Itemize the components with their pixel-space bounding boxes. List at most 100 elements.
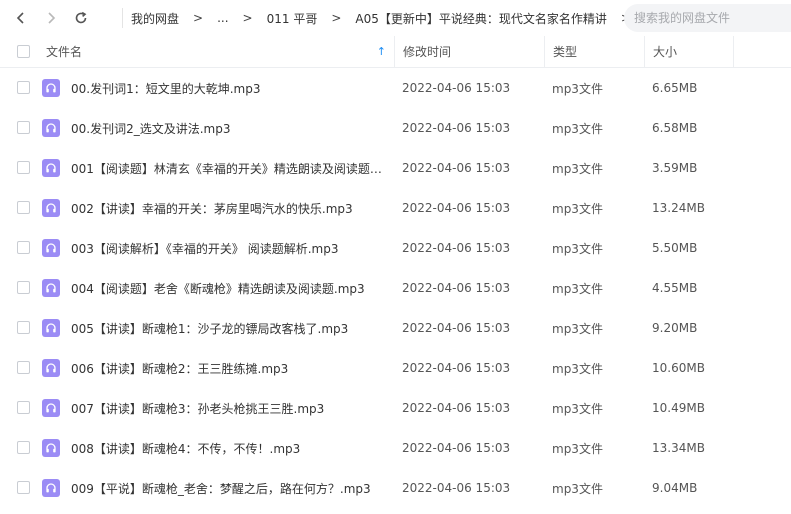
file-name[interactable]: 007【讲读】断魂枪3：孙老头枪挑王三胜.mp3 xyxy=(71,400,384,417)
file-type: mp3文件 xyxy=(552,201,603,216)
file-checkbox[interactable] xyxy=(17,241,30,254)
file-row[interactable]: 005【讲读】断魂枪1：沙子龙的镖局改客栈了.mp3 2022-04-06 15… xyxy=(0,308,791,348)
file-modified-time: 2022-04-06 15:03 xyxy=(402,401,511,415)
breadcrumb-item-ellipsis[interactable]: ... xyxy=(215,11,230,25)
file-checkbox[interactable] xyxy=(17,481,30,494)
file-row[interactable]: 003【阅读解析】《幸福的开关》 阅读题解析.mp3 2022-04-06 15… xyxy=(0,228,791,268)
breadcrumb-item-folder[interactable]: 011 平哥 xyxy=(265,10,320,27)
column-header-type[interactable]: 类型 xyxy=(544,35,644,68)
file-type: mp3文件 xyxy=(552,161,603,176)
audio-headphones-icon xyxy=(42,279,60,297)
file-type: mp3文件 xyxy=(552,241,603,256)
chevron-right-icon xyxy=(48,12,56,24)
file-type: mp3文件 xyxy=(552,281,603,296)
file-size: 3.59MB xyxy=(652,161,698,175)
breadcrumb-separator: > xyxy=(193,11,204,25)
file-name[interactable]: 002【讲读】幸福的开关：茅房里喝汽水的快乐.mp3 xyxy=(71,200,384,217)
column-header-name[interactable]: 文件名 ↑ xyxy=(0,36,394,68)
file-row[interactable]: 004【阅读题】老舍《断魂枪》精选朗读及阅读题.mp3 2022-04-06 1… xyxy=(0,268,791,308)
search-input[interactable] xyxy=(634,11,784,25)
file-name[interactable]: 00.发刊词2_选文及讲法.mp3 xyxy=(71,120,384,137)
audio-headphones-icon xyxy=(42,399,60,417)
column-header-time-label: 修改时间 xyxy=(403,45,452,59)
file-row[interactable]: 001【阅读题】林清玄《幸福的开关》精选朗读及阅读题.mp3 2022-04-0… xyxy=(0,148,791,188)
file-checkbox[interactable] xyxy=(17,441,30,454)
file-size: 4.55MB xyxy=(652,281,698,295)
file-checkbox[interactable] xyxy=(17,361,30,374)
file-name[interactable]: 009【平说】断魂枪_老舍：梦醒之后，路在何方？.mp3 xyxy=(71,480,384,497)
file-checkbox[interactable] xyxy=(17,121,30,134)
file-checkbox[interactable] xyxy=(17,81,30,94)
file-size: 13.34MB xyxy=(652,441,705,455)
audio-headphones-icon xyxy=(42,479,60,497)
file-row[interactable]: 002【讲读】幸福的开关：茅房里喝汽水的快乐.mp3 2022-04-06 15… xyxy=(0,188,791,228)
audio-headphones-icon xyxy=(42,319,60,337)
audio-headphones-icon xyxy=(42,439,60,457)
file-name[interactable]: 004【阅读题】老舍《断魂枪》精选朗读及阅读题.mp3 xyxy=(71,280,384,297)
file-type: mp3文件 xyxy=(552,81,603,96)
file-row[interactable]: 007【讲读】断魂枪3：孙老头枪挑王三胜.mp3 2022-04-06 15:0… xyxy=(0,388,791,428)
file-size: 9.04MB xyxy=(652,481,698,495)
file-modified-time: 2022-04-06 15:03 xyxy=(402,161,511,175)
file-row[interactable]: 00.发刊词2_选文及讲法.mp3 2022-04-06 15:03 mp3文件… xyxy=(0,108,791,148)
toolbar-divider xyxy=(122,8,123,28)
file-modified-time: 2022-04-06 15:03 xyxy=(402,121,511,135)
file-type: mp3文件 xyxy=(552,481,603,496)
file-name[interactable]: 006【讲读】断魂枪2：王三胜练摊.mp3 xyxy=(71,360,384,377)
breadcrumb-item-root[interactable]: 我的网盘 xyxy=(129,10,181,27)
back-button[interactable] xyxy=(6,0,36,36)
file-checkbox[interactable] xyxy=(17,201,30,214)
refresh-button[interactable] xyxy=(66,0,96,36)
sort-ascending-icon[interactable]: ↑ xyxy=(377,45,386,58)
file-size: 13.24MB xyxy=(652,201,705,215)
file-type: mp3文件 xyxy=(552,441,603,456)
file-row[interactable]: 009【平说】断魂枪_老舍：梦醒之后，路在何方？.mp3 2022-04-06 … xyxy=(0,468,791,508)
file-checkbox[interactable] xyxy=(17,281,30,294)
audio-headphones-icon xyxy=(42,199,60,217)
file-size: 10.60MB xyxy=(652,361,705,375)
file-checkbox[interactable] xyxy=(17,401,30,414)
file-name[interactable]: 003【阅读解析】《幸福的开关》 阅读题解析.mp3 xyxy=(71,240,384,257)
column-header-time[interactable]: 修改时间 xyxy=(394,35,544,68)
chevron-left-icon xyxy=(16,12,24,24)
file-name[interactable]: 001【阅读题】林清玄《幸福的开关》精选朗读及阅读题.mp3 xyxy=(71,160,384,177)
file-size: 9.20MB xyxy=(652,321,698,335)
file-type: mp3文件 xyxy=(552,321,603,336)
file-name[interactable]: 008【讲读】断魂枪4：不传，不传！.mp3 xyxy=(71,440,384,457)
nav-controls xyxy=(0,0,122,36)
file-modified-time: 2022-04-06 15:03 xyxy=(402,481,511,495)
column-header-size-label: 大小 xyxy=(653,45,678,59)
file-list: 00.发刊词1：短文里的大乾坤.mp3 2022-04-06 15:03 mp3… xyxy=(0,68,791,508)
column-header-size[interactable]: 大小 xyxy=(644,35,734,68)
file-row[interactable]: 006【讲读】断魂枪2：王三胜练摊.mp3 2022-04-06 15:03 m… xyxy=(0,348,791,388)
forward-button[interactable] xyxy=(36,0,66,36)
refresh-icon xyxy=(75,11,87,24)
breadcrumb-separator: > xyxy=(331,11,342,25)
file-checkbox[interactable] xyxy=(17,161,30,174)
column-header-type-label: 类型 xyxy=(553,45,578,59)
audio-headphones-icon xyxy=(42,79,60,97)
file-row[interactable]: 008【讲读】断魂枪4：不传，不传！.mp3 2022-04-06 15:03 … xyxy=(0,428,791,468)
breadcrumb-item-current[interactable]: A05【更新中】平说经典：现代文名家名作精讲 xyxy=(353,10,608,27)
file-modified-time: 2022-04-06 15:03 xyxy=(402,441,511,455)
audio-headphones-icon xyxy=(42,239,60,257)
audio-headphones-icon xyxy=(42,159,60,177)
audio-headphones-icon xyxy=(42,359,60,377)
file-modified-time: 2022-04-06 15:03 xyxy=(402,321,511,335)
file-modified-time: 2022-04-06 15:03 xyxy=(402,201,511,215)
table-header: 文件名 ↑ 修改时间 类型 大小 xyxy=(0,35,791,68)
file-type: mp3文件 xyxy=(552,401,603,416)
file-size: 6.58MB xyxy=(652,121,698,135)
file-row[interactable]: 00.发刊词1：短文里的大乾坤.mp3 2022-04-06 15:03 mp3… xyxy=(0,68,791,108)
audio-headphones-icon xyxy=(42,119,60,137)
file-type: mp3文件 xyxy=(552,121,603,136)
file-modified-time: 2022-04-06 15:03 xyxy=(402,81,511,95)
file-size: 6.65MB xyxy=(652,81,698,95)
breadcrumb-separator: > xyxy=(242,11,253,25)
file-checkbox[interactable] xyxy=(17,321,30,334)
file-name[interactable]: 00.发刊词1：短文里的大乾坤.mp3 xyxy=(71,80,384,97)
file-size: 5.50MB xyxy=(652,241,698,255)
search-box xyxy=(624,4,791,32)
file-name[interactable]: 005【讲读】断魂枪1：沙子龙的镖局改客栈了.mp3 xyxy=(71,320,384,337)
file-modified-time: 2022-04-06 15:03 xyxy=(402,241,511,255)
